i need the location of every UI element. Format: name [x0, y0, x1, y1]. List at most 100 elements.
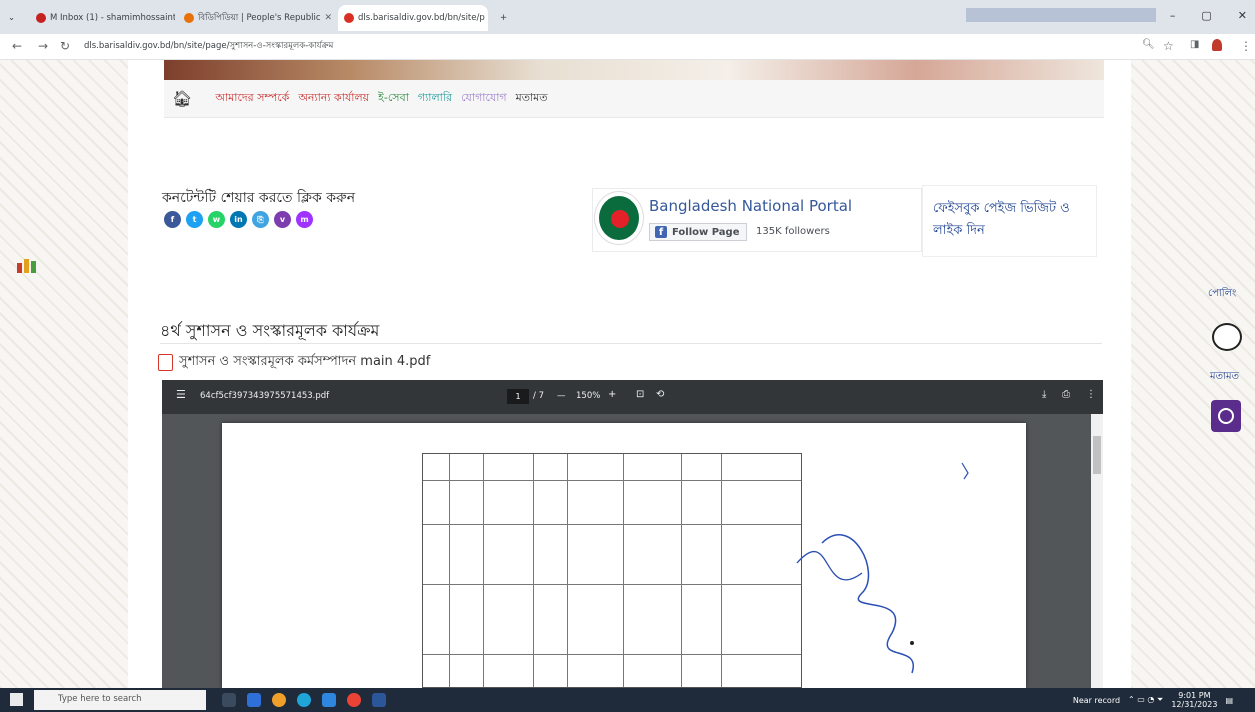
chrome-icon[interactable]	[347, 693, 361, 707]
file-explorer-icon[interactable]	[247, 693, 261, 707]
browser-tab[interactable]: M Inbox (1) - shamimhossaintmc✕	[30, 5, 175, 31]
handwritten-signature	[796, 462, 969, 674]
pdf-toolbar: ☰ 64cf5cf397343975571453.pdf 1 / 7 — 150…	[162, 380, 1103, 414]
tray-app-label[interactable]: Near record	[1073, 696, 1120, 705]
fb-followers-count: 135K followers	[756, 226, 830, 237]
decorative-left-border	[0, 60, 128, 688]
browser-tab[interactable]: dls.barisaldiv.gov.bd/bn/site/p✕	[338, 5, 488, 31]
url-field[interactable]: dls.barisaldiv.gov.bd/bn/site/page/সুশাস…	[84, 39, 333, 53]
pdf-scrollbar[interactable]	[1091, 414, 1103, 688]
edge-icon[interactable]	[297, 693, 311, 707]
store-icon[interactable]	[322, 693, 336, 707]
whatsapp-icon[interactable]: w	[208, 211, 225, 228]
main-nav: 🏠︎ আমাদের সম্পর্কে অন্যান্য কার্যালয় ই-সে…	[164, 80, 1104, 118]
profile-avatar[interactable]	[1212, 39, 1222, 51]
task-view-icon[interactable]	[222, 693, 236, 707]
tab-search-icon[interactable]: ⌄	[2, 5, 14, 31]
tab-favicon-icon	[36, 13, 46, 23]
fb-visit-text[interactable]: ফেইসবুক পেইজ ভিজিট ও লাইক দিন	[922, 185, 1097, 257]
twitter-icon[interactable]: t	[186, 211, 203, 228]
feedback-label[interactable]: মতামত	[1210, 369, 1239, 386]
facebook-icon[interactable]: f	[164, 211, 181, 228]
zoom-icon[interactable]: 🔍︎	[1142, 39, 1155, 50]
bookmark-star-icon[interactable]: ☆	[1163, 39, 1174, 53]
home-icon[interactable]: 🏠︎	[172, 89, 192, 108]
taskbar-search-input[interactable]: Type here to search	[34, 690, 206, 710]
notification-icon[interactable]: ▤	[1225, 696, 1233, 705]
fb-follow-button[interactable]: Follow Page	[649, 223, 747, 241]
hamburger-menu-icon[interactable]: ☰	[176, 388, 186, 401]
download-icon[interactable]: ⤓	[1042, 389, 1046, 400]
clock[interactable]: 9:01 PM 12/31/2023	[1171, 691, 1217, 709]
close-icon[interactable]: ✕	[1238, 9, 1247, 22]
nav-menu-item[interactable]: আমাদের সম্পর্কে	[215, 89, 289, 108]
web-page: 🏠︎ আমাদের সম্পর্কে অন্যান্য কার্যালয় ই-সে…	[0, 60, 1255, 688]
title-divider	[160, 343, 1102, 344]
nav-menu-item[interactable]: ই-সেবা	[378, 89, 409, 108]
clock-date: 12/31/2023	[1171, 700, 1218, 709]
windows-start-icon[interactable]	[10, 693, 23, 706]
pdf-viewer: ☰ 64cf5cf397343975571453.pdf 1 / 7 — 150…	[162, 380, 1103, 688]
pdf-attachment-label[interactable]: সুশাসন ও সংস্কারমূলক কর্মসম্পাদন main 4.…	[179, 352, 430, 373]
nav-menu-item[interactable]: অন্যান্য কার্যালয়	[298, 89, 369, 108]
tab-close-icon[interactable]: ✕	[325, 13, 333, 23]
pdf-page-total: / 7	[533, 391, 544, 401]
pdf-filename: 64cf5cf397343975571453.pdf	[200, 391, 330, 401]
nav-menu-item[interactable]: যোগাযোগ	[461, 89, 507, 108]
poll-icon[interactable]	[17, 255, 41, 273]
browser-extensions-area[interactable]	[966, 8, 1156, 22]
zoom-level[interactable]: 150%	[576, 391, 600, 401]
facebook-page-widget: Bangladesh National Portal Follow Page 1…	[592, 188, 922, 252]
maximize-icon[interactable]: ▢	[1201, 9, 1211, 22]
zoom-out-button[interactable]: —	[557, 391, 566, 401]
fb-page-name[interactable]: Bangladesh National Portal	[649, 197, 852, 215]
address-bar: ← → ↻ dls.barisaldiv.gov.bd/bn/site/page…	[0, 34, 1255, 60]
pdf-attachment-link[interactable]: সুশাসন ও সংস্কারমূলক কর্মসম্পাদন main 4.…	[158, 352, 430, 373]
tab-title: বিডিপিডিয়া | People's Republic	[198, 13, 321, 23]
firefox-icon[interactable]	[272, 693, 286, 707]
header-banner	[164, 60, 1104, 80]
sidebar-icon[interactable]: ◨	[1190, 39, 1199, 50]
page-title: ৪র্থ সুশাসন ও সংস্কারমূলক কার্যক্রম	[160, 321, 380, 340]
back-icon[interactable]: ←	[12, 39, 22, 53]
zoom-in-button[interactable]: +	[608, 389, 616, 400]
forward-icon[interactable]: →	[38, 39, 48, 53]
feedback-icon[interactable]	[1212, 323, 1242, 351]
browser-tab[interactable]: বিডিপিডিয়া | People's Republic ✕	[178, 5, 333, 31]
system-tray: Near record ⌃ ▭ ◔ ⏷ 9:01 PM 12/31/2023 ▤	[1073, 691, 1233, 709]
tab-title: dls.barisaldiv.gov.bd/bn/site/p	[358, 13, 485, 23]
fit-page-icon[interactable]: ⊡	[636, 389, 644, 400]
windows-taskbar: Type here to search Near record ⌃ ▭ ◔ ⏷ …	[0, 688, 1255, 712]
print-icon[interactable]: ⎙	[1062, 389, 1070, 400]
window-controls: – ▢ ✕	[1170, 9, 1247, 22]
menu-dots-icon[interactable]: ⋮	[1240, 39, 1252, 53]
share-title: কনটেন্টটি শেয়ার করতে ক্লিক করুন	[162, 190, 356, 206]
portal-logo[interactable]	[595, 192, 643, 244]
tab-favicon-icon	[184, 13, 194, 23]
pdf-page	[222, 423, 1026, 688]
main-content: 🏠︎ আমাদের সম্পর্কে অন্যান্য কার্যালয় ই-সে…	[128, 60, 1131, 688]
reload-icon[interactable]: ↻	[60, 39, 70, 53]
minimize-icon[interactable]: –	[1170, 9, 1176, 22]
rotate-icon[interactable]: ⟲	[656, 389, 664, 400]
browser-tab-bar: ⌄ M Inbox (1) - shamimhossaintmc✕বিডিপিড…	[0, 0, 1255, 34]
viber-icon[interactable]: v	[274, 211, 291, 228]
word-icon[interactable]	[372, 693, 386, 707]
share-icons: f t w in ⎘ v m	[164, 211, 313, 228]
nav-menu-item[interactable]: মতামত	[516, 89, 548, 108]
pdf-page-number-input[interactable]: 1	[507, 389, 529, 404]
linkedin-icon[interactable]: in	[230, 211, 247, 228]
pdf-file-icon	[158, 354, 173, 371]
copy-link-icon[interactable]: ⎘	[252, 211, 269, 228]
new-tab-button[interactable]: +	[494, 5, 512, 31]
messenger-icon[interactable]: m	[296, 211, 313, 228]
nav-menu-item[interactable]: গ্যালারি	[418, 89, 452, 108]
tab-title: M Inbox (1) - shamimhossaintmc	[50, 13, 175, 23]
accessibility-icon[interactable]	[1211, 400, 1241, 432]
clock-time: 9:01 PM	[1178, 691, 1211, 700]
tray-icons[interactable]: ⌃ ▭ ◔ ⏷	[1128, 695, 1163, 705]
tab-favicon-icon	[344, 13, 354, 23]
scrollbar-thumb[interactable]	[1093, 436, 1101, 474]
more-options-icon[interactable]: ⋮	[1086, 389, 1096, 400]
poll-label[interactable]: পোলিং	[1208, 286, 1236, 303]
